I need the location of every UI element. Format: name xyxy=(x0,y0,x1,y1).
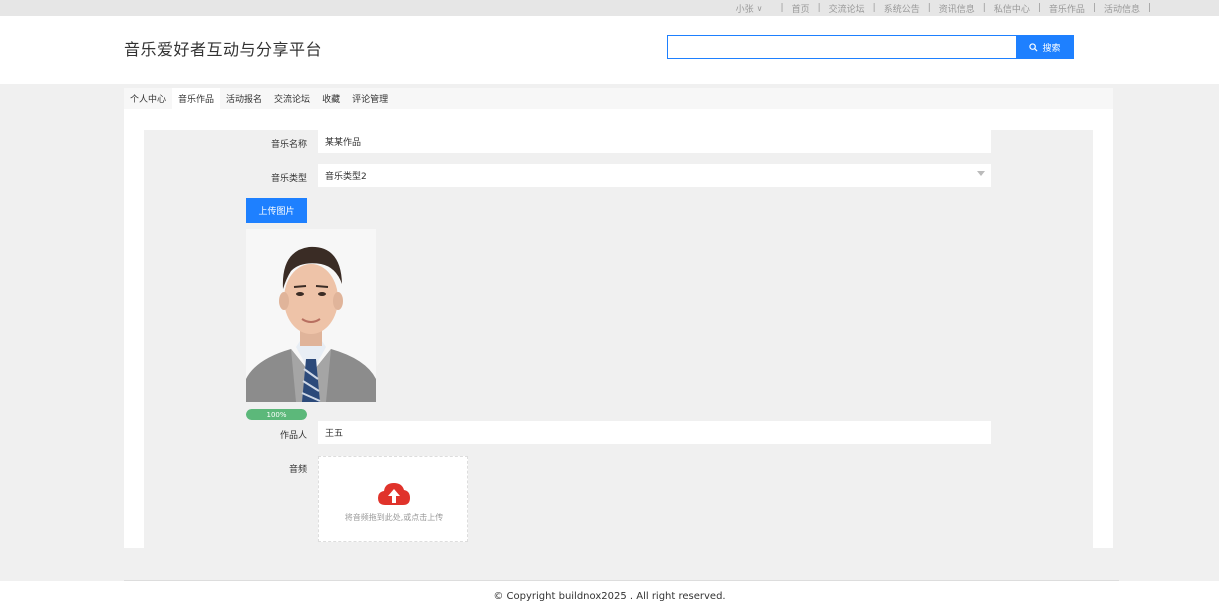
nav-link-home[interactable]: 首页 xyxy=(792,2,810,15)
nav-link-messages[interactable]: 私信中心 xyxy=(994,2,1030,15)
chevron-down-icon xyxy=(977,171,985,176)
nav-link-music[interactable]: 音乐作品 xyxy=(1049,2,1085,15)
main-panel: 个人中心 音乐作品 活动报名 交流论坛 收藏 评论管理 音乐名称 某某作品 音乐… xyxy=(124,88,1113,548)
nav-link-forum[interactable]: 交流论坛 xyxy=(829,2,865,15)
music-form: 音乐名称 某某作品 音乐类型 音乐类型2 上传图片 100% 作品人 王五 音频… xyxy=(144,130,1093,548)
music-name-label: 音乐名称 xyxy=(270,140,307,150)
upload-progress-text: 100% xyxy=(266,410,287,419)
cloud-upload-icon xyxy=(378,483,410,505)
nav-link-announcement[interactable]: 系统公告 xyxy=(884,2,920,15)
tab-activity-signup[interactable]: 活动报名 xyxy=(220,88,268,109)
tab-music-works[interactable]: 音乐作品 xyxy=(172,88,221,109)
site-title: 音乐爱好者互动与分享平台 xyxy=(124,40,323,59)
user-menu[interactable]: 小张 ∨ xyxy=(736,2,763,15)
uploaded-photo xyxy=(246,229,376,402)
audio-label: 音频 xyxy=(288,465,307,475)
tab-forum[interactable]: 交流论坛 xyxy=(268,88,316,109)
music-type-value: 音乐类型2 xyxy=(325,172,367,182)
author-value: 王五 xyxy=(325,429,344,439)
music-type-select[interactable]: 音乐类型2 xyxy=(318,164,991,187)
nav-link-activity[interactable]: 活动信息 xyxy=(1104,2,1140,15)
upload-progress-fill: 100% xyxy=(246,409,307,420)
search-icon xyxy=(1029,42,1038,52)
nav-link-news[interactable]: 资讯信息 xyxy=(939,2,975,15)
tab-favorites[interactable]: 收藏 xyxy=(316,88,346,109)
username: 小张 xyxy=(735,4,754,15)
top-nav: 小张 ∨ | 首页 | 交流论坛 | 系统公告 | 资讯信息 | 私信中心 | … xyxy=(735,2,1151,15)
header: 音乐爱好者互动与分享平台 搜索 xyxy=(0,16,1219,84)
audio-upload-dropzone[interactable]: 将音频拖到此处,或点击上传 xyxy=(318,456,468,542)
tab-personal-center[interactable]: 个人中心 xyxy=(124,88,172,109)
music-type-label: 音乐类型 xyxy=(270,174,307,184)
search-button[interactable]: 搜索 xyxy=(1016,35,1074,59)
chevron-down-icon: ∨ xyxy=(756,3,763,13)
music-name-value: 某某作品 xyxy=(325,138,362,148)
author-label: 作品人 xyxy=(279,431,307,441)
copyright-text: © Copyright buildnox2025 . All right res… xyxy=(493,591,726,602)
upload-image-button[interactable]: 上传图片 xyxy=(246,198,307,223)
portrait-image xyxy=(246,229,376,402)
upload-progress-bar: 100% xyxy=(246,409,307,420)
footer: © Copyright buildnox2025 . All right res… xyxy=(0,581,1219,607)
music-name-field[interactable]: 某某作品 xyxy=(318,130,991,153)
top-bar: 小张 ∨ | 首页 | 交流论坛 | 系统公告 | 资讯信息 | 私信中心 | … xyxy=(0,0,1219,16)
author-field[interactable]: 王五 xyxy=(318,421,991,444)
tab-bar: 个人中心 音乐作品 活动报名 交流论坛 收藏 评论管理 xyxy=(124,88,1113,109)
audio-dropzone-text: 将音频拖到此处,或点击上传 xyxy=(344,513,444,522)
tab-comment-management[interactable]: 评论管理 xyxy=(346,88,394,109)
search-button-label: 搜索 xyxy=(1042,42,1061,53)
search-input[interactable] xyxy=(667,35,1017,59)
